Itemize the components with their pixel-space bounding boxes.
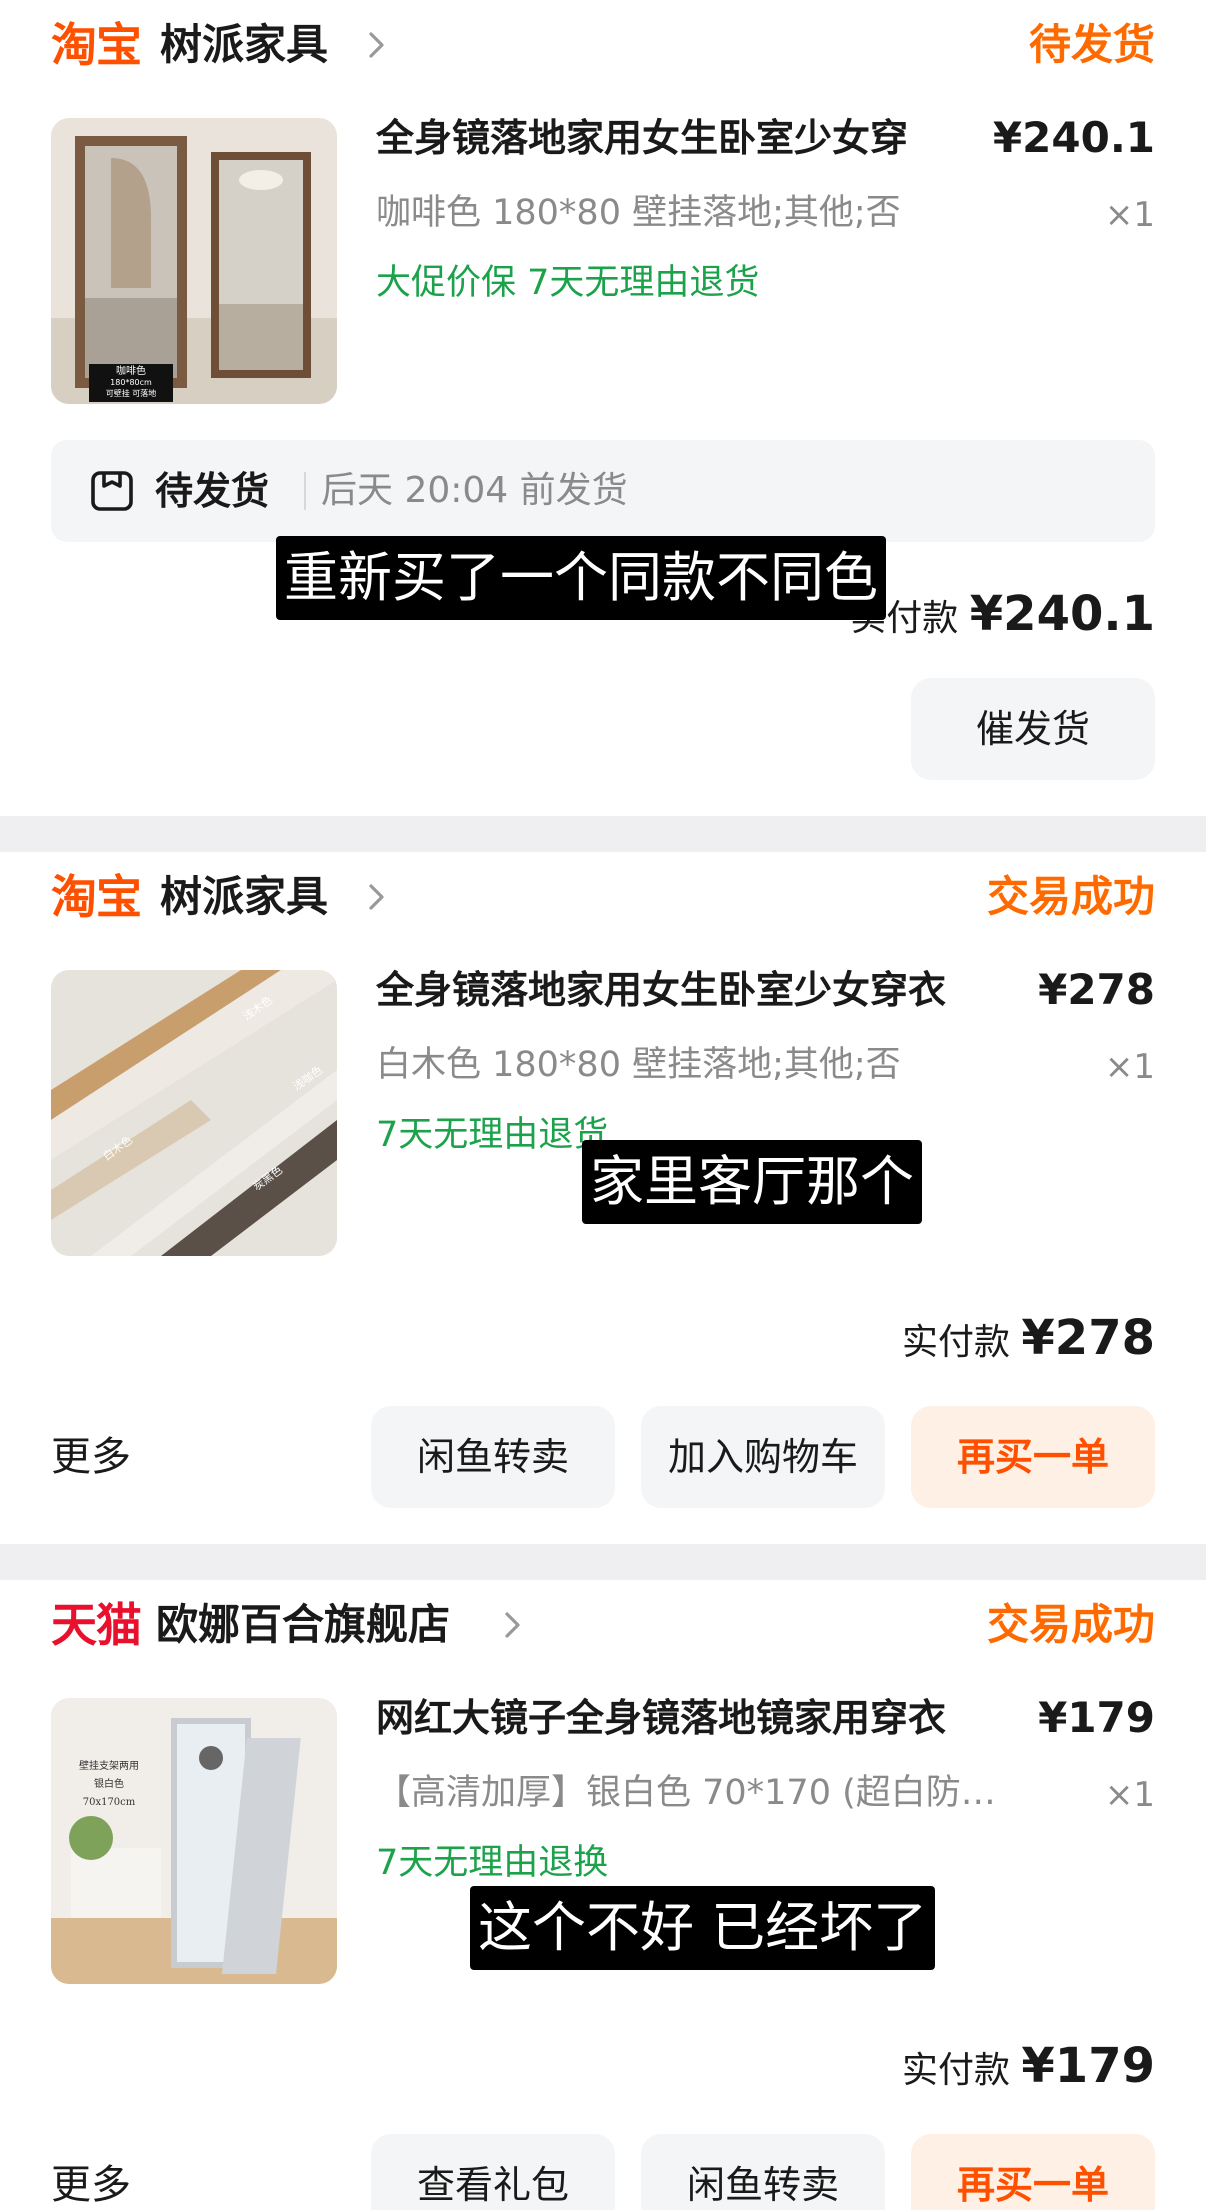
product-price: ¥240.1 [992,113,1155,162]
paid-label: 实付款 [901,2050,1010,2091]
buy-again-button[interactable]: 再买一单 [911,2134,1155,2210]
product-title[interactable]: 网红大镜子全身镜落地镜家用穿衣 [376,1690,946,1746]
thumb-size-label: 180*80cm [110,378,152,387]
platform-logo-taobao: 淘宝 [51,870,142,924]
product-quantity: ×1 [1104,1775,1155,1815]
thumb-text: 银白色 [94,1779,124,1790]
buy-again-button[interactable]: 再买一单 [911,1406,1155,1508]
resell-button[interactable]: 闲鱼转卖 [371,1406,615,1508]
add-to-cart-button[interactable]: 加入购物车 [641,1406,885,1508]
product-sku: 白木色 180*80 壁挂落地;其他;否 [376,1045,901,1085]
chevron-right-icon[interactable] [498,1608,528,1642]
thumb-note-label: 可壁挂 可落地 [105,389,157,398]
more-button[interactable]: 更多 [51,1406,131,1508]
platform-logo-tmall: 天猫 [51,1598,142,1652]
order-card: 淘宝 树派家具 待发货 咖啡色 180*80cm 可壁挂 可落地 全身镜落地家用… [0,0,1206,816]
video-caption: 这个不好 已经坏了 [470,1886,936,1970]
chevron-right-icon[interactable] [362,28,392,62]
shop-name[interactable]: 树派家具 [160,18,328,72]
product-thumbnail[interactable]: 壁挂支架两用 银白色 70x170cm [51,1698,337,1984]
package-icon [91,471,133,511]
thumb-text: 壁挂支架两用 [79,1761,139,1772]
video-caption: 重新买了一个同款不同色 [276,536,886,620]
product-price: ¥278 [1038,965,1155,1014]
service-tags: 7天无理由退换 [376,1843,609,1883]
shop-name[interactable]: 欧娜百合旗舰店 [156,1598,450,1652]
platform-logo-taobao: 淘宝 [51,18,142,72]
urge-shipping-button[interactable]: 催发货 [911,678,1155,780]
shipping-status-bar[interactable]: 待发货 后天 20:04 前发货 [51,440,1155,542]
product-thumbnail[interactable]: 浅木色 浅咖色 白木色 炭黑色 [51,970,337,1256]
service-tags: 大促价保 7天无理由退货 [376,263,760,303]
product-sku: 【高清加厚】银白色 70*170 (超白防… [376,1773,996,1813]
divider [304,472,306,510]
order-status: 交易成功 [986,1600,1155,1649]
product-quantity: ×1 [1104,1047,1155,1087]
order-status: 交易成功 [986,872,1155,921]
order-status: 待发货 [1028,20,1155,69]
product-title[interactable]: 全身镜落地家用女生卧室少女穿衣 [376,962,946,1018]
product-sku: 咖啡色 180*80 壁挂落地;其他;否 [376,193,901,233]
product-title[interactable]: 全身镜落地家用女生卧室少女穿 [376,110,908,166]
shipping-status: 待发货 [155,469,270,513]
service-tags: 7天无理由退货 [376,1115,609,1155]
paid-amount-row: 实付款 ¥278 [902,1306,1155,1375]
product-price: ¥179 [1038,1693,1155,1742]
video-caption: 家里客厅那个 [582,1140,922,1224]
product-quantity: ×1 [1104,195,1155,235]
thumb-text: 70x170cm [82,1797,136,1808]
paid-amount-row: 实付款 ¥240.1 [850,582,1155,651]
product-thumbnail[interactable]: 咖啡色 180*80cm 可壁挂 可落地 [51,118,337,404]
paid-label: 实付款 [901,1322,1010,1363]
view-gift-button[interactable]: 查看礼包 [371,2134,615,2210]
paid-amount: ¥278 [1021,1310,1155,1366]
shop-name[interactable]: 树派家具 [160,870,328,924]
chevron-right-icon[interactable] [362,880,392,914]
paid-amount-row: 实付款 ¥179 [902,2034,1155,2103]
resell-button[interactable]: 闲鱼转卖 [641,2134,885,2210]
paid-amount: ¥240.1 [969,586,1155,642]
paid-amount: ¥179 [1021,2038,1155,2094]
shipping-deadline: 后天 20:04 前发货 [321,470,628,511]
more-button[interactable]: 更多 [51,2134,131,2210]
thumb-color-label: 咖啡色 [116,366,146,377]
